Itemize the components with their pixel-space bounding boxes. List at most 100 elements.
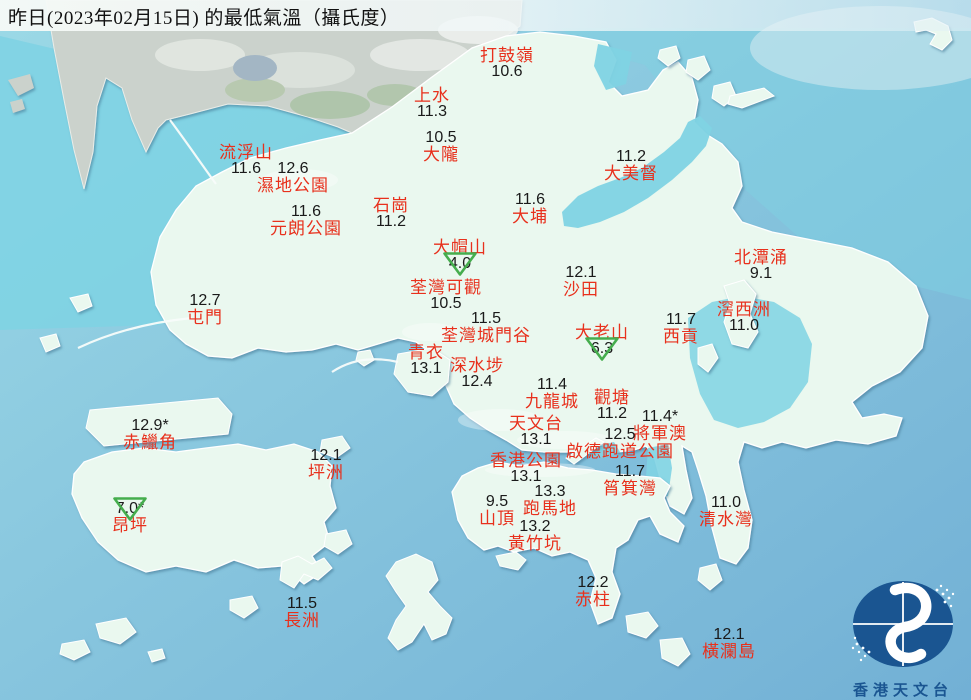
station-value-wrap: 11.2 xyxy=(376,214,406,230)
station-value-wrap: 11.5 xyxy=(287,595,317,612)
station-label: 11.6 大埔 xyxy=(512,191,548,225)
station-value-wrap: 13.1 xyxy=(520,432,551,448)
hko-logo: 香港天文台 HONG KONG OBSERVATORY xyxy=(833,577,971,700)
station-value: 13.3 xyxy=(534,483,566,500)
station-value-wrap: 11.5 xyxy=(471,310,501,327)
station-label: 深水埗 12.4 xyxy=(450,357,504,391)
station-value-wrap: 11.7 xyxy=(666,311,696,328)
station-label: 12.7 屯門 xyxy=(187,292,223,326)
station-value-wrap: 9.5 xyxy=(485,493,509,510)
station-name: 啟德跑道公園 xyxy=(566,442,674,462)
station-label: 11.7 筲箕灣 xyxy=(603,463,657,499)
station-label: 10.5 大隴 xyxy=(423,129,459,165)
station-name: 跑馬地 xyxy=(523,499,577,519)
station-name: 流浮山 xyxy=(219,143,273,162)
station-name: 濕地公園 xyxy=(257,176,329,196)
station-label: 7.0* 昂坪 xyxy=(112,497,148,535)
station-label: 打鼓嶺 10.6 xyxy=(480,47,534,81)
station-value: 11.7 xyxy=(615,463,645,480)
station-name: 荃灣城門谷 xyxy=(441,326,531,346)
station-name: 天文台 xyxy=(509,414,563,433)
station-value: 12.9* xyxy=(131,417,169,434)
station-name: 香港公園 xyxy=(490,451,562,470)
station-value-wrap: 12.5 xyxy=(604,426,636,443)
station-label: 青衣 13.1 xyxy=(408,344,444,378)
station-name: 赤鱲角 xyxy=(123,433,177,453)
station-label: 大老山 6.3 xyxy=(575,324,629,362)
station-value: 11.4 xyxy=(537,376,567,393)
station-name: 長洲 xyxy=(284,611,320,631)
station-name: 滘西洲 xyxy=(717,300,771,319)
station-value: 9.1 xyxy=(749,265,773,283)
station-name: 石崗 xyxy=(373,196,409,215)
station-label: 11.0 清水灣 xyxy=(699,494,753,528)
min-marker-icon xyxy=(585,337,619,362)
station-value-wrap: 12.9* xyxy=(131,417,169,434)
station-value-wrap: 12.2 xyxy=(577,574,608,591)
station-value-wrap: 6.3 xyxy=(585,337,619,362)
station-value-wrap: 12.4 xyxy=(461,374,492,390)
min-marker-icon xyxy=(443,252,477,277)
station-value-wrap: 12.1 xyxy=(565,264,596,281)
station-value: 11.3 xyxy=(417,103,447,121)
station-value-wrap: 11.4* xyxy=(641,408,679,425)
station-name: 荃灣可觀 xyxy=(410,278,482,297)
hko-logo-name-cn: 香港天文台 xyxy=(852,683,953,699)
station-value: 9.5 xyxy=(485,493,509,510)
station-value-wrap: 11.6 xyxy=(515,191,545,208)
station-name: 大美督 xyxy=(604,164,658,184)
station-label: 上水 11.3 xyxy=(414,87,450,121)
station-value-wrap: 11.2 xyxy=(597,406,627,422)
station-layer: 打鼓嶺 10.6 上水 11.3 10.5 大隴 流浮山 11.6 12.6 濕… xyxy=(0,0,971,700)
station-value-wrap: 12.6 xyxy=(277,160,308,177)
station-name: 青衣 xyxy=(408,343,444,362)
station-label: 11.5 荃灣城門谷 xyxy=(441,310,531,346)
station-label: 12.6 濕地公園 xyxy=(257,160,329,196)
station-value: 11.4* xyxy=(641,408,679,425)
station-name: 大隴 xyxy=(423,145,459,165)
station-value-wrap: 10.5 xyxy=(425,129,456,146)
station-label: 12.1 坪洲 xyxy=(308,447,344,483)
station-label: 11.7 西貢 xyxy=(663,311,699,347)
station-label: 12.1 沙田 xyxy=(563,264,599,298)
station-label: 香港公園 13.1 xyxy=(490,452,562,486)
station-label: 12.2 赤柱 xyxy=(575,574,611,610)
station-value-wrap: 13.3 xyxy=(534,483,566,500)
station-label: 滘西洲 11.0 xyxy=(717,301,771,335)
station-value: 10.6 xyxy=(491,63,523,81)
station-value: 11.2 xyxy=(376,213,406,231)
station-name: 筲箕灣 xyxy=(603,479,657,499)
station-label: 11.5 長洲 xyxy=(284,595,320,631)
station-name: 赤柱 xyxy=(575,590,611,610)
station-value-wrap: 7.0* xyxy=(113,497,147,521)
station-label: 11.2 大美督 xyxy=(604,148,658,184)
station-value: 12.5 xyxy=(604,426,636,443)
station-label: 石崗 11.2 xyxy=(373,197,409,231)
station-name: 九龍城 xyxy=(525,392,579,412)
station-value-wrap: 11.6 xyxy=(291,203,321,220)
station-label: 13.3 跑馬地 xyxy=(523,483,577,519)
station-label: 12.9* 赤鱲角 xyxy=(123,417,177,453)
station-value: 13.2 xyxy=(519,518,551,535)
station-value-wrap: 11.4 xyxy=(537,376,567,393)
hko-logo-icon xyxy=(851,581,955,667)
station-name: 觀塘 xyxy=(594,388,630,407)
station-value: 13.1 xyxy=(520,431,552,449)
station-value: 13.1 xyxy=(410,360,442,378)
station-name: 元朗公園 xyxy=(270,219,342,239)
station-value-wrap: 10.6 xyxy=(491,64,522,80)
station-value-wrap: 9.1 xyxy=(750,266,772,282)
station-value-wrap: 4.0 xyxy=(443,252,477,277)
station-label: 北潭涌 9.1 xyxy=(734,249,788,283)
station-name: 坪洲 xyxy=(308,463,344,483)
station-value-wrap: 13.2 xyxy=(519,518,551,535)
station-value: 10.5 xyxy=(430,295,462,313)
station-label: 荃灣可觀 10.5 xyxy=(410,279,482,313)
station-name: 西貢 xyxy=(663,327,699,347)
station-name: 北潭涌 xyxy=(734,248,788,267)
station-value: 11.6 xyxy=(291,203,321,220)
station-value-wrap: 11.0 xyxy=(711,494,741,511)
station-value: 11.0 xyxy=(729,317,759,335)
station-label: 13.2 黃竹坑 xyxy=(508,518,562,552)
station-value-wrap: 12.7 xyxy=(189,292,220,309)
